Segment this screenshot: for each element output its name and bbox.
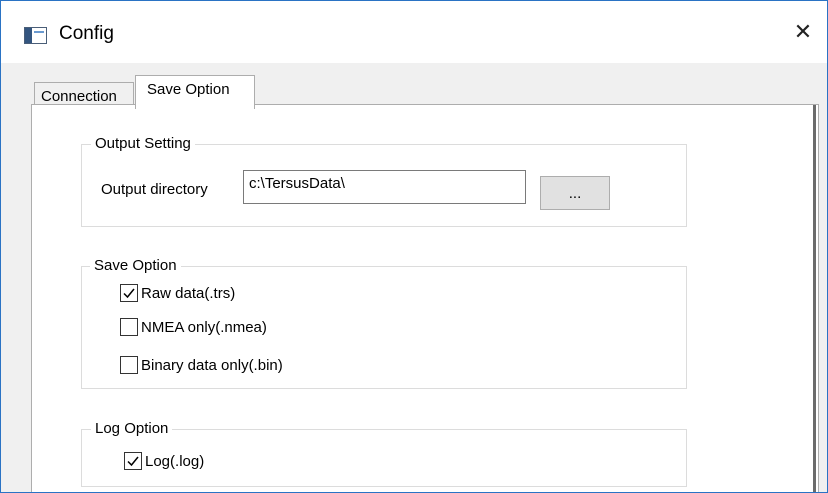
output-setting-group-label: Output Setting — [91, 135, 195, 152]
tab-save-option-label: Save Option — [147, 81, 230, 98]
app-window-icon — [24, 27, 47, 44]
checkbox-box[interactable] — [124, 452, 142, 470]
binary-data-only-label: Binary data only(.bin) — [141, 356, 283, 374]
log-checkbox[interactable]: Log(.log) — [124, 452, 204, 470]
output-directory-label: Output directory — [101, 181, 208, 198]
log-option-group-label: Log Option — [91, 420, 173, 437]
browse-button-label: ... — [568, 184, 582, 202]
title-bar[interactable]: Config ✕ — [1, 1, 827, 63]
checkmark-icon — [127, 456, 139, 467]
raw-data-label: Raw data(.trs) — [141, 284, 236, 302]
output-directory-input[interactable] — [243, 170, 526, 204]
tab-save-option[interactable]: Save Option — [135, 75, 255, 109]
tab-connection-label: Connection — [41, 88, 117, 105]
checkbox-box[interactable] — [120, 284, 138, 302]
tab-connection[interactable]: Connection — [34, 82, 134, 106]
raw-data-checkbox[interactable]: Raw data(.trs) — [120, 284, 235, 302]
checkmark-icon — [123, 288, 135, 299]
log-label: Log(.log) — [145, 452, 205, 470]
panel-edge-shadow — [813, 105, 816, 492]
save-option-group-label: Save Option — [90, 257, 181, 274]
close-icon: ✕ — [793, 19, 813, 44]
nmea-only-checkbox[interactable]: NMEA only(.nmea) — [120, 318, 267, 336]
binary-data-only-checkbox[interactable]: Binary data only(.bin) — [120, 356, 283, 374]
checkbox-box[interactable] — [120, 318, 138, 336]
close-button[interactable]: ✕ — [779, 1, 827, 63]
config-window: Config ✕ Connection Save Option Output S… — [0, 0, 828, 493]
checkbox-box[interactable] — [120, 356, 138, 374]
window-title: Config — [59, 23, 114, 44]
nmea-only-label: NMEA only(.nmea) — [141, 318, 267, 336]
browse-button[interactable]: ... — [540, 176, 610, 210]
